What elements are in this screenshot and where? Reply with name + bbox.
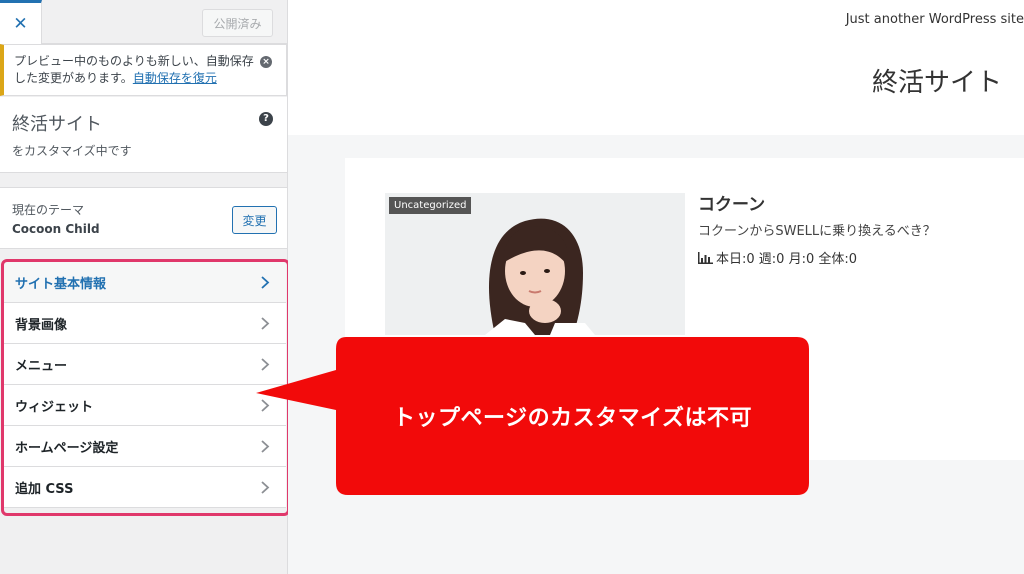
customizer-topbar: ✕ 公開済み xyxy=(0,0,287,44)
post-excerpt: コクーンからSWELLに乗り換えるべき？ xyxy=(698,224,936,239)
publish-button[interactable]: 公開済み xyxy=(202,9,273,37)
bar-chart-icon xyxy=(698,251,713,264)
close-icon: ✕ xyxy=(13,13,28,34)
post-thumbnail[interactable]: Uncategorized xyxy=(385,193,685,335)
change-theme-button[interactable]: 変更 xyxy=(232,206,277,234)
category-label[interactable]: Uncategorized xyxy=(389,197,472,214)
close-button[interactable]: ✕ xyxy=(0,0,42,44)
dismiss-icon[interactable]: × xyxy=(260,56,272,68)
site-tagline: Just another WordPress site xyxy=(845,12,1024,27)
customizing-subtitle: をカスタマイズ中です xyxy=(12,144,132,158)
post-title[interactable]: コクーン xyxy=(698,190,765,215)
post-stats: 本日:0 週:0 月:0 全体:0 xyxy=(698,248,857,267)
woman-thinking-image xyxy=(385,193,685,335)
menu-highlight-frame xyxy=(1,259,290,516)
callout-text: トップページのカスタマイズは不可 xyxy=(393,406,752,431)
help-icon[interactable]: ? xyxy=(259,112,273,126)
preview-header: Just another WordPress site 終活サイト xyxy=(288,0,1024,135)
customizer-sidebar: ✕ 公開済み プレビュー中のものよりも新しい、自動保存した変更があります。自動保… xyxy=(0,0,290,574)
site-title: 終活サイト xyxy=(12,114,102,135)
current-theme-section: 現在のテーマ Cocoon Child 変更 xyxy=(0,187,287,249)
site-header-panel: 終活サイト をカスタマイズ中です ? xyxy=(0,97,287,173)
post-stats-text: 本日:0 週:0 月:0 全体:0 xyxy=(716,252,858,267)
preview-site-title[interactable]: 終活サイト xyxy=(872,62,1002,99)
restore-autosave-link[interactable]: 自動保存を復元 xyxy=(133,71,217,85)
autosave-notice: プレビュー中のものよりも新しい、自動保存した変更があります。自動保存を復元 × xyxy=(0,44,287,96)
